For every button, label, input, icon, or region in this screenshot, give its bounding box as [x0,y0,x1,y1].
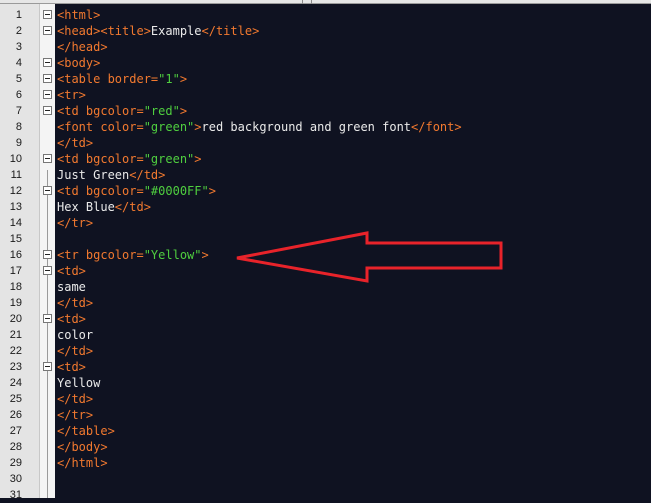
red-annotation-arrow-icon [236,231,503,283]
